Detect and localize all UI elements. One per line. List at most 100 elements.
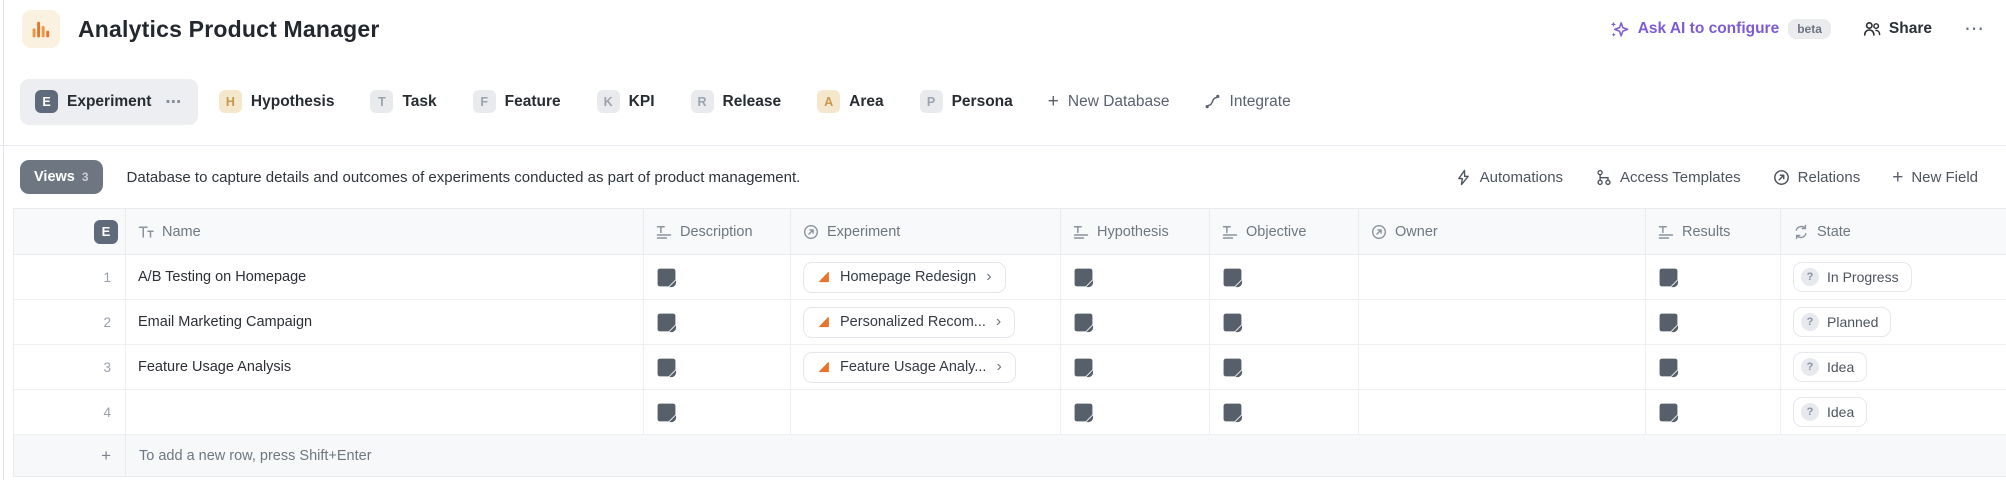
row-number[interactable]: 4: [14, 390, 126, 434]
document-icon[interactable]: [1073, 267, 1094, 288]
cell-name[interactable]: A/B Testing on Homepage: [126, 255, 644, 299]
tab-hypothesis[interactable]: H Hypothesis: [204, 79, 350, 125]
relation-arrow-icon: [1773, 169, 1790, 186]
document-icon[interactable]: [1222, 267, 1243, 288]
cell-name[interactable]: [126, 390, 644, 434]
ask-ai-button[interactable]: Ask AI to configure beta: [1610, 19, 1831, 39]
tab-release[interactable]: R Release: [676, 79, 797, 125]
cell-description[interactable]: [644, 390, 791, 434]
integrate-button[interactable]: Integrate: [1190, 93, 1305, 111]
document-icon[interactable]: [1222, 357, 1243, 378]
cell-name[interactable]: Email Marketing Campaign: [126, 300, 644, 344]
cell-owner[interactable]: [1359, 255, 1646, 299]
cell-results[interactable]: [1646, 255, 1781, 299]
document-icon[interactable]: [1658, 402, 1679, 423]
row-number[interactable]: 3: [14, 345, 126, 389]
new-database-button[interactable]: + New Database: [1034, 92, 1184, 111]
state-pill[interactable]: ? In Progress: [1793, 262, 1912, 292]
cell-description[interactable]: [644, 345, 791, 389]
bar-chart-icon: [29, 17, 53, 41]
document-icon[interactable]: [656, 402, 677, 423]
experiment-relation-pill[interactable]: Homepage Redesign ›: [803, 261, 1006, 293]
cell-description[interactable]: [644, 300, 791, 344]
experiment-relation-pill[interactable]: Feature Usage Analy... ›: [803, 351, 1016, 383]
column-header-hypothesis[interactable]: Hypothesis: [1061, 209, 1210, 254]
tab-feature[interactable]: F Feature: [458, 79, 576, 125]
cell-objective[interactable]: [1210, 300, 1359, 344]
ai-sparkle-icon: [1610, 20, 1629, 39]
row-number[interactable]: 2: [14, 300, 126, 344]
column-header-experiment[interactable]: Experiment: [791, 209, 1061, 254]
cell-owner[interactable]: [1359, 300, 1646, 344]
cell-objective[interactable]: [1210, 345, 1359, 389]
cell-experiment[interactable]: [791, 390, 1061, 434]
document-icon[interactable]: [1658, 312, 1679, 333]
state-pill[interactable]: ? Planned: [1793, 307, 1892, 337]
experiment-relation-pill[interactable]: Personalized Recom... ›: [803, 306, 1016, 338]
add-row-hint[interactable]: To add a new row, press Shift+Enter: [126, 435, 2006, 476]
cell-objective[interactable]: [1210, 390, 1359, 434]
cell-results[interactable]: [1646, 390, 1781, 434]
state-pill[interactable]: ? Idea: [1793, 352, 1868, 382]
relation-type-icon: [803, 224, 819, 240]
document-icon[interactable]: [1222, 402, 1243, 423]
textarea-type-icon: [656, 224, 672, 240]
tab-kpi[interactable]: K KPI: [582, 79, 670, 125]
row-number[interactable]: 1: [14, 255, 126, 299]
state-pill[interactable]: ? Idea: [1793, 397, 1868, 427]
column-header-results[interactable]: Results: [1646, 209, 1781, 254]
more-menu-button[interactable]: ⋯: [1964, 19, 1986, 39]
column-header-description[interactable]: Description: [644, 209, 791, 254]
tab-more-icon[interactable]: ⋯: [165, 92, 183, 112]
column-header-objective[interactable]: Objective: [1210, 209, 1359, 254]
cell-hypothesis[interactable]: [1061, 390, 1210, 434]
document-icon[interactable]: [656, 357, 677, 378]
tab-feature-badge: F: [472, 90, 496, 113]
document-icon[interactable]: [1073, 402, 1094, 423]
cell-hypothesis[interactable]: [1061, 345, 1210, 389]
document-icon[interactable]: [656, 312, 677, 333]
cell-state[interactable]: ? In Progress: [1781, 255, 2006, 299]
cell-state[interactable]: ? Idea: [1781, 390, 2006, 434]
views-button[interactable]: Views 3: [20, 160, 103, 194]
new-field-button[interactable]: + New Field: [1892, 168, 1978, 187]
new-field-label: New Field: [1911, 168, 1978, 186]
add-row-bar[interactable]: + To add a new row, press Shift+Enter: [14, 435, 2006, 477]
cell-experiment[interactable]: Homepage Redesign ›: [791, 255, 1061, 299]
tab-persona[interactable]: P Persona: [905, 79, 1028, 125]
document-icon[interactable]: [1073, 357, 1094, 378]
cell-results[interactable]: [1646, 345, 1781, 389]
document-icon[interactable]: [1222, 312, 1243, 333]
document-icon[interactable]: [656, 267, 677, 288]
document-icon[interactable]: [1658, 267, 1679, 288]
column-header-owner[interactable]: Owner: [1359, 209, 1646, 254]
automations-button[interactable]: Automations: [1455, 169, 1563, 186]
tab-task[interactable]: T Task: [355, 79, 451, 125]
cell-hypothesis[interactable]: [1061, 255, 1210, 299]
cell-objective[interactable]: [1210, 255, 1359, 299]
cell-description[interactable]: [644, 255, 791, 299]
column-header-state[interactable]: State: [1781, 209, 2006, 254]
document-icon[interactable]: [1658, 357, 1679, 378]
cell-experiment[interactable]: Personalized Recom... ›: [791, 300, 1061, 344]
cell-owner[interactable]: [1359, 345, 1646, 389]
database-letter-badge: E: [94, 219, 118, 244]
cell-results[interactable]: [1646, 300, 1781, 344]
tab-experiment[interactable]: E Experiment ⋯: [20, 78, 198, 125]
cell-owner[interactable]: [1359, 390, 1646, 434]
cell-name[interactable]: Feature Usage Analysis: [126, 345, 644, 389]
cell-state[interactable]: ? Idea: [1781, 345, 2006, 389]
tab-area-badge: A: [817, 90, 841, 113]
cell-experiment[interactable]: Feature Usage Analy... ›: [791, 345, 1061, 389]
relation-type-icon: [1371, 224, 1387, 240]
tab-area[interactable]: A Area: [802, 79, 898, 125]
access-templates-label: Access Templates: [1620, 168, 1741, 186]
column-header-name[interactable]: Name: [126, 209, 644, 254]
add-row-plus-icon[interactable]: +: [14, 435, 126, 476]
cell-state[interactable]: ? Planned: [1781, 300, 2006, 344]
cell-hypothesis[interactable]: [1061, 300, 1210, 344]
document-icon[interactable]: [1073, 312, 1094, 333]
relations-button[interactable]: Relations: [1773, 169, 1860, 186]
access-templates-button[interactable]: Access Templates: [1595, 169, 1741, 186]
share-button[interactable]: Share: [1863, 20, 1932, 38]
